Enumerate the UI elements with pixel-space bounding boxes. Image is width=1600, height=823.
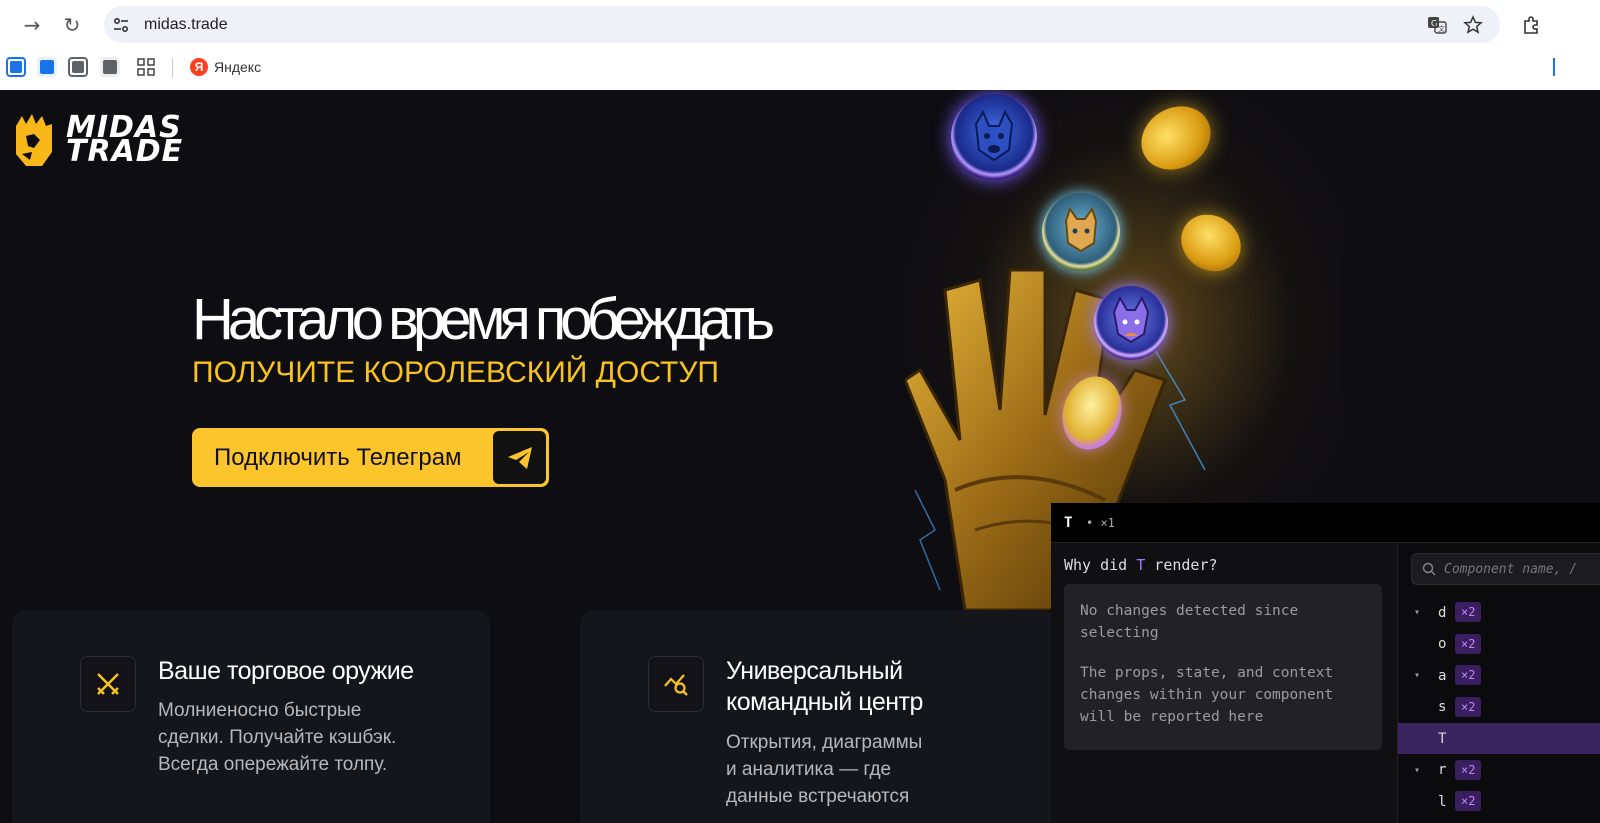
yandex-icon: Я [190, 58, 208, 76]
tree-node-name: s [1438, 699, 1447, 715]
card-text-line: данные встречаются [726, 786, 910, 807]
tree-row[interactable]: T [1398, 723, 1600, 754]
search-placeholder: Component name, / [1444, 561, 1578, 577]
selected-component-name: T [1064, 515, 1073, 531]
card-text-line: Молниеносно быстрые [158, 700, 362, 721]
why-render-title: Why did T render? [1064, 556, 1218, 574]
telegram-icon [493, 431, 546, 484]
component-tree-pane: Component name, / ▾ d ×2 o ×2 ▾ a ×2 s ×2 T ▾ r ×2 l ×2 [1397, 543, 1600, 823]
cat-token-coin [1042, 193, 1120, 271]
svg-text:文: 文 [1438, 24, 1445, 33]
bookmark-yandex[interactable]: Я Яндекс [190, 58, 261, 76]
bookmarks-bar: Я Яндекс [0, 50, 1600, 90]
panel-header: T • ×1 [1051, 503, 1600, 543]
bookmark-app-icon[interactable] [100, 57, 120, 77]
tree-row[interactable]: ▾ d ×2 [1398, 597, 1600, 628]
logo-text: MIDAS TRADE [66, 110, 184, 169]
extensions-icon[interactable] [1517, 10, 1547, 40]
svg-text:G: G [1431, 19, 1437, 28]
bookmark-app-icon[interactable] [37, 57, 57, 77]
cta-label: Подключить Телеграм [214, 443, 462, 471]
bookmark-app-icon[interactable] [68, 57, 88, 77]
render-count-badge: ×2 [1455, 696, 1482, 717]
bookmark-label: Яндекс [214, 59, 262, 75]
midas-trade-logo[interactable]: MIDAS TRADE [12, 112, 183, 168]
tree-row[interactable]: o ×2 [1398, 629, 1600, 660]
bookmark-star-icon[interactable] [1463, 15, 1483, 35]
tree-row[interactable]: s ×2 [1398, 692, 1600, 723]
fox-token-coin [1094, 286, 1168, 360]
chart-search-icon [648, 656, 704, 712]
why-render-pane: Why did T render? No changes detected si… [1051, 543, 1397, 823]
tree-row[interactable]: ▾ r ×2 [1398, 755, 1600, 786]
component-search-input[interactable]: Component name, / [1411, 553, 1600, 585]
lion-fist-logo-icon [16, 114, 52, 166]
crossed-swords-icon [80, 656, 136, 712]
card-title-line: Универсальный [726, 657, 903, 685]
dog-token-coin [951, 94, 1037, 180]
react-scan-panel: T • ×1 Why did T render? No changes dete… [1051, 503, 1600, 823]
no-changes-message: No changes detected since selecting The … [1064, 584, 1382, 750]
site-settings-icon[interactable] [111, 15, 131, 35]
bookmarks-separator [172, 58, 173, 78]
bookmarks-overflow-indicator [1553, 58, 1555, 76]
card-text-line: и аналитика — где [726, 759, 892, 780]
connect-telegram-button[interactable]: Подключить Телеграм [192, 428, 549, 487]
tree-node-name: l [1438, 793, 1447, 810]
feature-card-trading-weapon: Ваше торговое оружие Молниеносно быстрые… [12, 610, 490, 823]
render-count-badge: ×2 [1455, 791, 1482, 811]
reload-icon[interactable]: ↻ [57, 10, 87, 40]
render-count-badge: ×2 [1455, 665, 1482, 685]
chevron-down-icon[interactable]: ▾ [1414, 670, 1420, 681]
tree-node-name: d [1438, 604, 1447, 621]
chevron-down-icon[interactable]: ▾ [1414, 607, 1420, 618]
card-text-line: сделки. Получайте кэшбэк. [158, 727, 397, 748]
message-text: No changes detected since selecting [1080, 603, 1299, 641]
feature-card-command-center: Универсальный командный центр Открытия, … [580, 610, 1058, 823]
hero-headline: Настало время побеждать [192, 287, 775, 352]
card-text-line: Открытия, диаграммы [726, 732, 923, 753]
tree-node-name: r [1438, 762, 1447, 778]
bookmark-app-icon[interactable] [6, 57, 26, 77]
render-count-badge: ×2 [1455, 633, 1482, 654]
forward-icon[interactable]: → [17, 10, 47, 40]
card-title: Ваше торговое оружие [158, 657, 414, 685]
render-count-badge: ×2 [1455, 602, 1482, 622]
message-text: The props, state, and context changes wi… [1080, 665, 1334, 725]
tree-node-name: a [1438, 667, 1447, 684]
search-icon [1422, 562, 1436, 576]
tree-node-name: o [1438, 636, 1447, 652]
tree-node-name: T [1438, 730, 1447, 747]
render-count-badge: ×2 [1455, 759, 1482, 780]
address-bar[interactable]: midas.trade G文 [104, 6, 1500, 43]
browser-toolbar: → ↻ midas.trade G文 [0, 0, 1600, 50]
translate-icon[interactable]: G文 [1427, 15, 1447, 35]
tree-row[interactable]: l ×2 [1398, 786, 1600, 817]
url-text[interactable]: midas.trade [144, 16, 228, 34]
card-text-line: Всегда опережайте толпу. [158, 754, 388, 775]
chevron-down-icon[interactable]: ▾ [1414, 765, 1420, 776]
hero-subheadline: ПОЛУЧИТЕ КОРОЛЕВСКИЙ ДОСТУП [192, 356, 719, 389]
tree-row[interactable]: ▾ a ×2 [1398, 660, 1600, 691]
apps-grid-icon[interactable] [136, 57, 156, 77]
render-count: • ×1 [1086, 516, 1115, 530]
card-title-line: командный центр [726, 688, 923, 716]
